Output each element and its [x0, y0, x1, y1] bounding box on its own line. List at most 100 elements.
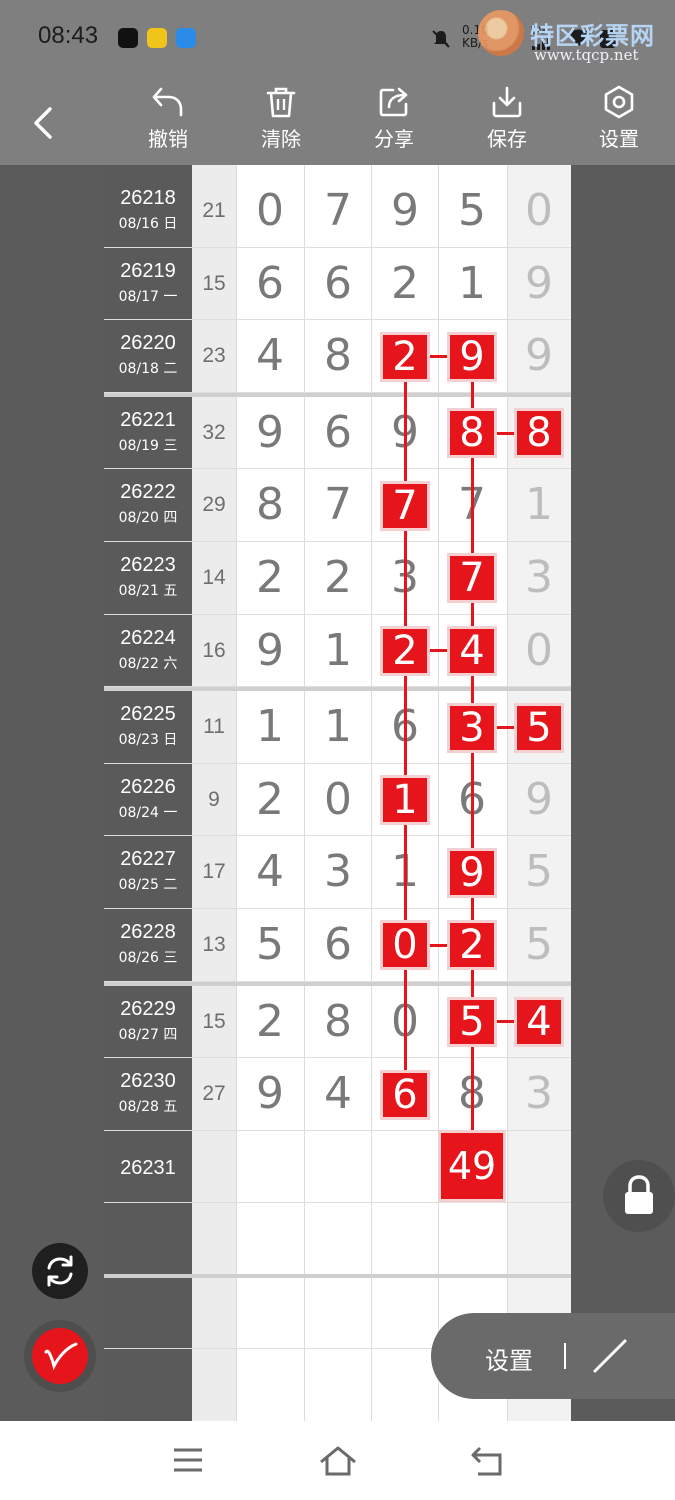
highlight-digit[interactable]: 2	[450, 923, 494, 968]
connector-line	[470, 894, 474, 924]
digit-cell[interactable]: 4	[305, 1069, 371, 1119]
issue-number: 26230	[120, 1070, 176, 1093]
prediction-box[interactable]: 49	[441, 1132, 503, 1199]
sum-value: 15	[202, 271, 226, 295]
undo-button[interactable]: 撤销	[133, 85, 203, 160]
highlight-digit[interactable]: 3	[450, 705, 494, 750]
digit-cell[interactable]: 3	[506, 1069, 571, 1119]
settings-label: 设置	[599, 127, 639, 151]
connector-line	[470, 378, 474, 412]
digit-cell[interactable]: 9	[237, 1069, 303, 1119]
digit-cell[interactable]: 2	[372, 258, 438, 309]
connector-line	[470, 1043, 474, 1133]
digit-cell[interactable]: 0	[506, 186, 571, 236]
line-tool-button[interactable]	[591, 1337, 631, 1381]
digit-cell[interactable]: 9	[506, 331, 571, 381]
issue-number: 26231	[120, 1156, 176, 1179]
back-button[interactable]	[24, 103, 64, 143]
highlight-digit[interactable]: 4	[450, 628, 494, 673]
digit-cell[interactable]: 2	[237, 996, 303, 1047]
panel-settings-button[interactable]: 设置	[485, 1341, 533, 1376]
settings-button[interactable]: 设置	[584, 85, 654, 160]
highlight-digit[interactable]: 8	[517, 411, 561, 456]
draw-date: 08/28 五	[118, 1099, 178, 1116]
digit-cell[interactable]: 8	[237, 480, 303, 530]
digit-cell[interactable]: 6	[237, 258, 303, 309]
highlight-digit[interactable]: 7	[383, 483, 427, 528]
digit-cell[interactable]: 2	[237, 774, 303, 825]
digit-cell[interactable]: 6	[305, 920, 371, 970]
digit-cell[interactable]: 9	[372, 186, 438, 236]
download-icon	[492, 86, 522, 118]
issue-number: 26229	[120, 997, 176, 1020]
digit-cell[interactable]: 7	[305, 186, 371, 236]
issue-number: 26226	[120, 775, 176, 798]
digit-cell[interactable]: 7	[305, 480, 371, 530]
digit-cell[interactable]: 3	[305, 847, 371, 897]
digit-cell[interactable]: 0	[506, 625, 571, 676]
highlight-digit[interactable]: 5	[450, 999, 494, 1044]
home-nav-button[interactable]	[318, 1445, 358, 1481]
digit-cell[interactable]: 2	[237, 553, 303, 603]
highlight-digit[interactable]: 2	[383, 334, 427, 379]
issue-number: 26223	[120, 554, 176, 576]
digit-cell[interactable]: 6	[305, 407, 371, 458]
digit-cell[interactable]: 1	[237, 702, 303, 752]
highlight-digit[interactable]: 8	[450, 411, 494, 456]
highlight-digit[interactable]: 2	[383, 628, 427, 673]
highlight-digit[interactable]: 0	[383, 923, 427, 968]
digit-cell[interactable]: 0	[237, 186, 303, 236]
digit-cell[interactable]: 9	[237, 407, 303, 458]
digit-cell[interactable]: 1	[305, 625, 371, 676]
highlight-digit[interactable]: 5	[517, 705, 561, 750]
highlight-digit[interactable]: 1	[383, 778, 427, 823]
highlight-digit[interactable]: 7	[450, 556, 494, 601]
digit-cell[interactable]: 3	[506, 553, 571, 603]
draw-date: 08/16 日	[118, 216, 178, 232]
digit-cell[interactable]: 9	[506, 258, 571, 309]
digit-cell[interactable]: 1	[506, 480, 571, 530]
digit-cell[interactable]: 6	[305, 258, 371, 309]
trend-table[interactable]: 26218 08/16 日 21 0 7 9 5 0 26219 08/17 一 15 6 6 2 1 9 26…	[104, 165, 571, 1421]
digit-cell[interactable]: 1	[305, 702, 371, 752]
digit-cell[interactable]: 9	[237, 625, 303, 676]
digit-cell[interactable]: 9	[506, 774, 571, 825]
pen-button[interactable]	[24, 1320, 96, 1392]
connector-line	[470, 749, 474, 851]
issue-number: 26224	[120, 626, 176, 649]
connector-line	[427, 649, 450, 653]
connector-line	[494, 431, 517, 435]
highlight-digit[interactable]: 4	[517, 999, 561, 1044]
connector-line	[403, 378, 407, 484]
lock-button[interactable]	[603, 1160, 675, 1232]
undo-label: 撤销	[148, 127, 188, 151]
digit-cell[interactable]: 4	[237, 847, 303, 897]
digit-cell[interactable]: 8	[305, 331, 371, 381]
sum-value: 32	[202, 420, 226, 444]
menu-nav-button[interactable]	[172, 1445, 204, 1479]
mute-icon	[430, 28, 452, 50]
issue-number: 26228	[120, 921, 176, 943]
digit-cell[interactable]: 5	[506, 847, 571, 897]
sync-button[interactable]	[32, 1243, 88, 1299]
issue-number: 26225	[120, 703, 176, 726]
digit-cell[interactable]: 8	[305, 996, 371, 1047]
share-button[interactable]: 分享	[359, 85, 429, 160]
digit-cell[interactable]: 0	[305, 774, 371, 825]
lock-icon	[625, 1175, 653, 1214]
connector-line	[403, 672, 407, 779]
digit-cell[interactable]: 5	[237, 920, 303, 970]
highlight-digit[interactable]: 9	[450, 850, 494, 895]
row-divider	[104, 1202, 571, 1204]
clear-button[interactable]: 清除	[246, 85, 316, 160]
save-button[interactable]: 保存	[472, 85, 542, 160]
panel-divider	[564, 1343, 566, 1369]
highlight-digit[interactable]: 9	[450, 334, 494, 379]
highlight-digit[interactable]: 6	[383, 1072, 427, 1117]
back-nav-button[interactable]	[470, 1445, 506, 1481]
digit-cell[interactable]: 5	[439, 186, 505, 236]
digit-cell[interactable]: 5	[506, 920, 571, 970]
digit-cell[interactable]: 2	[305, 553, 371, 603]
digit-cell[interactable]: 1	[439, 258, 505, 309]
digit-cell[interactable]: 4	[237, 331, 303, 381]
